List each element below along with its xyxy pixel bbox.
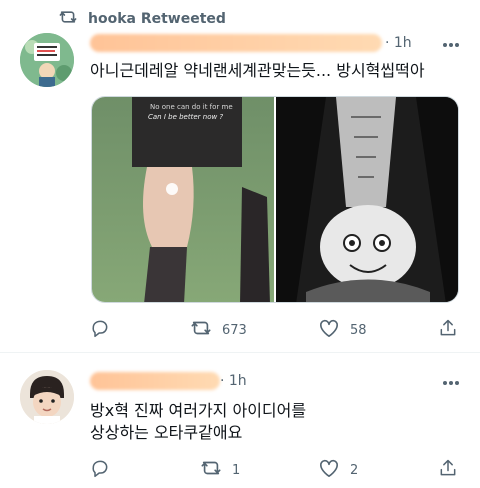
share-icon	[438, 318, 458, 342]
retweet-button[interactable]: 1	[200, 458, 240, 482]
retweet-icon	[190, 318, 212, 342]
avatar[interactable]	[20, 33, 74, 87]
image-caption-line2: Can I be better now ?	[148, 113, 224, 121]
retweet-label: hooka Retweeted	[88, 11, 226, 27]
author-name-obscured[interactable]	[90, 372, 220, 390]
author-name-obscured[interactable]	[90, 34, 382, 52]
reply-icon	[90, 458, 110, 482]
retweet-count: 1	[232, 462, 241, 478]
retweet-count: 673	[222, 322, 247, 338]
more-options-icon[interactable]	[440, 34, 462, 56]
like-button[interactable]: 58	[318, 318, 367, 342]
retweet-icon	[200, 458, 222, 482]
tweet-divider	[0, 352, 480, 353]
reply-button[interactable]	[90, 318, 120, 342]
reply-icon	[90, 318, 110, 342]
image-caption-line1: No one can do it for me	[150, 103, 233, 111]
tweet-time[interactable]: · 1h	[385, 35, 412, 51]
like-count: 2	[350, 462, 359, 478]
more-options-icon[interactable]	[440, 372, 462, 394]
tweet-time[interactable]: · 1h	[220, 373, 247, 389]
reply-button[interactable]	[90, 458, 120, 482]
heart-icon	[318, 318, 340, 342]
retweet-icon	[58, 9, 78, 29]
avatar[interactable]	[20, 370, 74, 424]
tweet-media[interactable]: No one can do it for me Can I be better …	[91, 96, 459, 303]
share-button[interactable]	[438, 318, 458, 342]
tweet-text-line1: 방x혁 진짜 여러가지 아이디어를	[90, 401, 307, 420]
media-photo-right[interactable]	[274, 97, 458, 302]
like-count: 58	[350, 322, 367, 338]
tweet-text: 아니근데레알 약네랜세계관맞는듯... 방시혁씹떡아	[90, 61, 425, 80]
retweet-context[interactable]: hooka Retweeted	[58, 8, 226, 30]
heart-icon	[318, 458, 340, 482]
retweet-button[interactable]: 673	[190, 318, 247, 342]
media-photo-left[interactable]: No one can do it for me Can I be better …	[92, 97, 274, 302]
share-button[interactable]	[438, 458, 458, 482]
like-button[interactable]: 2	[318, 458, 358, 482]
tweet-text-line2: 상상하는 오타쿠같애요	[90, 423, 243, 442]
share-icon	[438, 458, 458, 482]
